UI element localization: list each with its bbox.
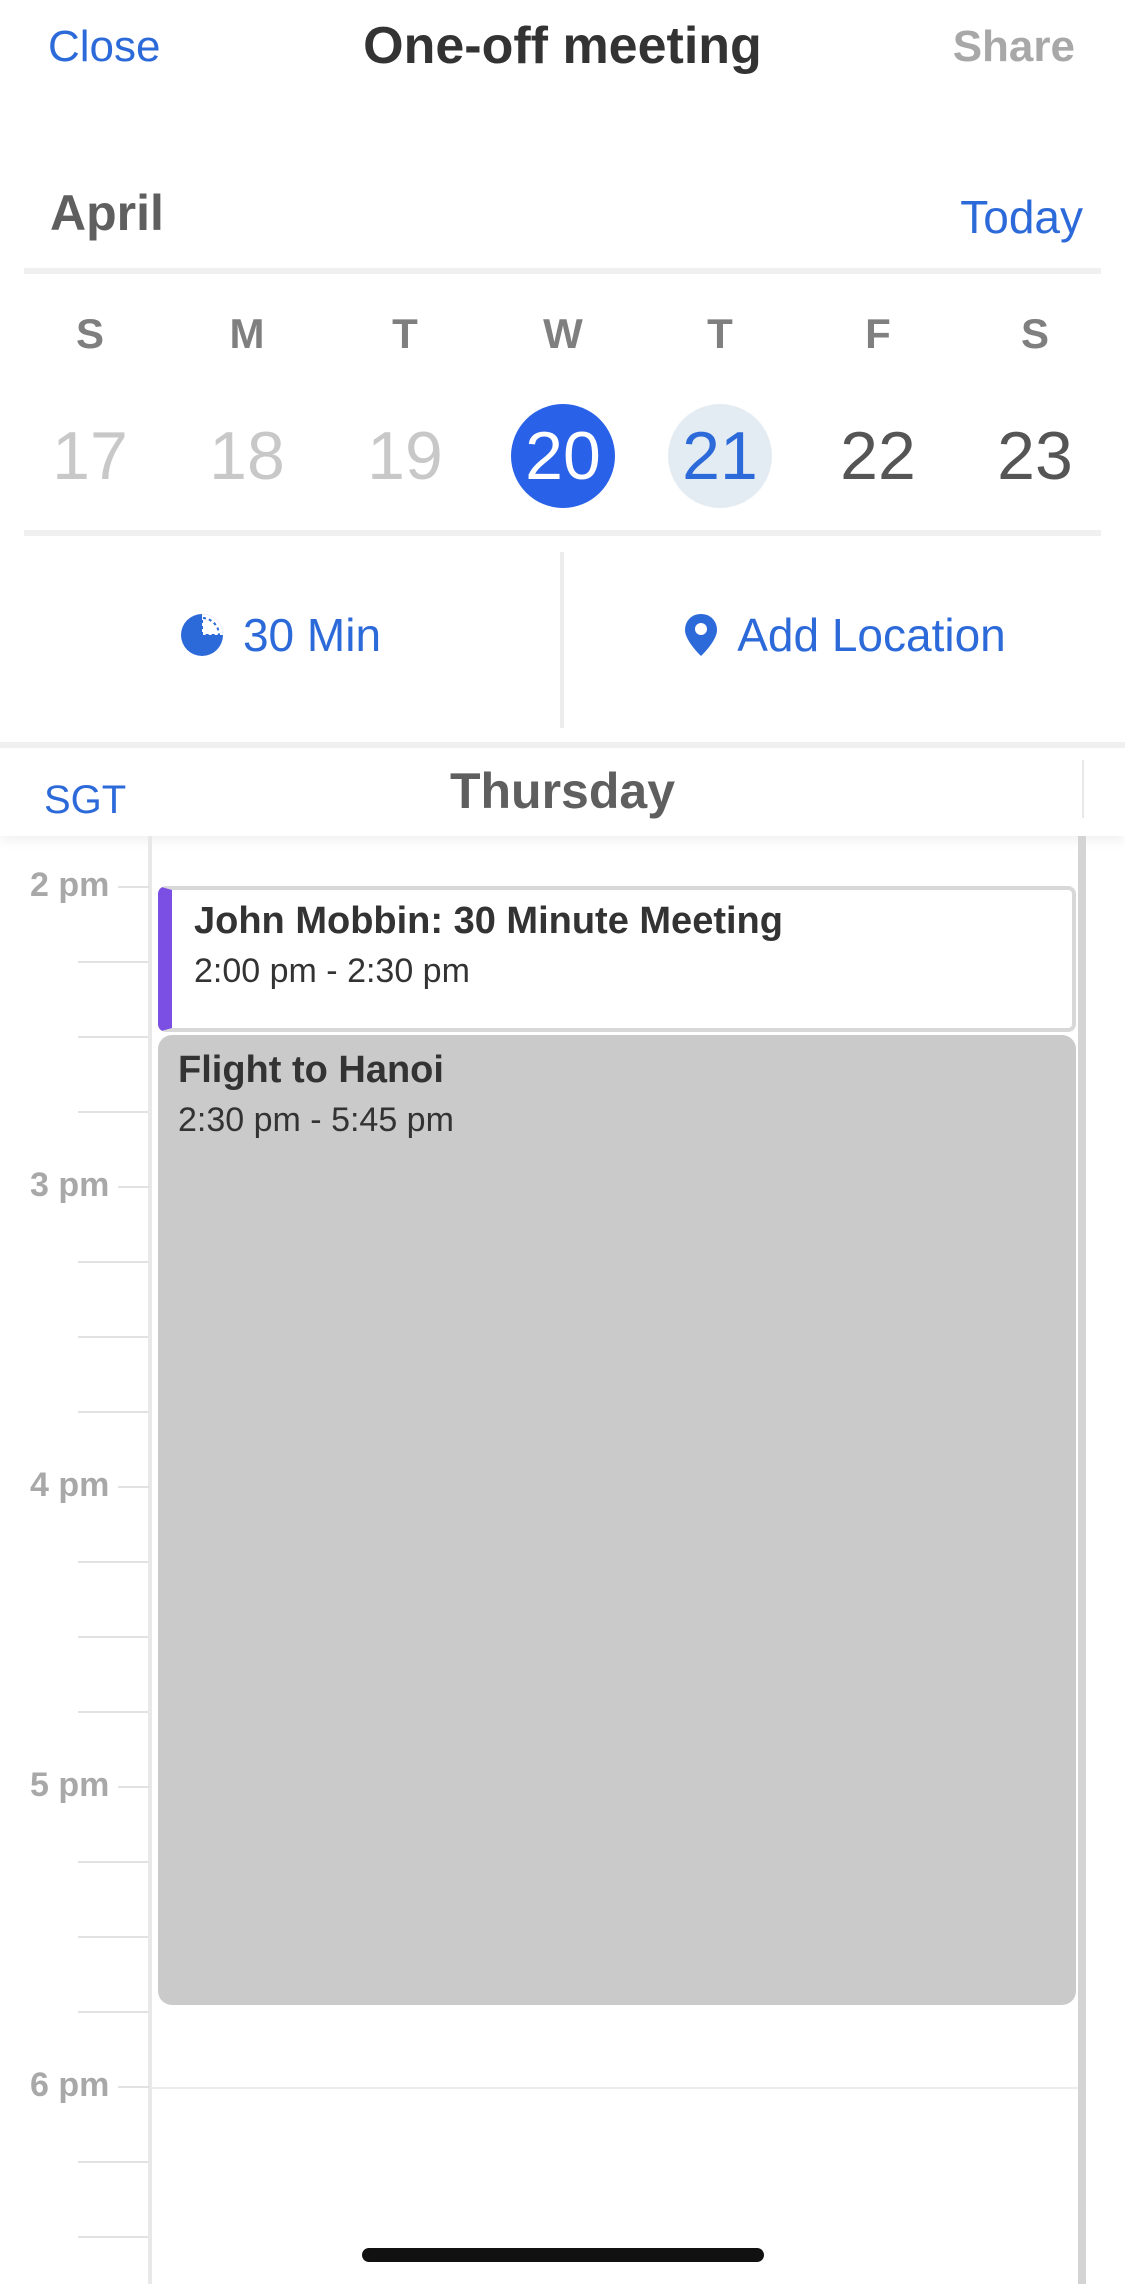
quarter-tick bbox=[78, 1561, 148, 1563]
weekday-label: T bbox=[392, 310, 418, 357]
event-title: John Mobbin: 30 Minute Meeting bbox=[194, 900, 783, 942]
weekday-label: W bbox=[543, 310, 583, 357]
event-meeting[interactable]: John Mobbin: 30 Minute Meeting 2:00 pm -… bbox=[158, 886, 1076, 1032]
time-grid[interactable]: 2 pm 3 pm 4 pm 5 pm 6 pm John Mobbin: 30… bbox=[0, 836, 1125, 2284]
map-pin-icon bbox=[683, 612, 719, 658]
hour-label: 2 pm bbox=[30, 866, 110, 904]
scroll-edge bbox=[1078, 836, 1086, 2284]
meeting-options: 30 Min Add Location bbox=[0, 540, 1125, 730]
day-name: Thursday bbox=[449, 763, 676, 819]
hour-gridline bbox=[150, 2087, 1078, 2089]
weekday-label: S bbox=[75, 310, 104, 357]
weekday-label: T bbox=[707, 310, 733, 357]
quarter-tick bbox=[78, 1261, 148, 1263]
date-22[interactable]: 22 bbox=[826, 404, 930, 508]
quarter-tick bbox=[78, 2236, 148, 2238]
date-21-today[interactable]: 21 bbox=[668, 404, 772, 508]
duration-button[interactable]: 30 Min bbox=[0, 540, 560, 730]
month-label: April bbox=[50, 185, 164, 241]
today-button[interactable]: Today bbox=[960, 190, 1083, 244]
date-23[interactable]: 23 bbox=[983, 404, 1087, 508]
weekday-label: M bbox=[229, 310, 265, 357]
date-20-selected[interactable]: 20 bbox=[511, 404, 615, 508]
event-time: 2:00 pm - 2:30 pm bbox=[194, 952, 470, 990]
quarter-tick bbox=[78, 1111, 148, 1113]
quarter-tick bbox=[78, 1711, 148, 1713]
home-indicator[interactable] bbox=[362, 2248, 764, 2262]
date-19[interactable]: 19 bbox=[353, 404, 457, 508]
hour-label: 4 pm bbox=[30, 1466, 110, 1504]
hour-label: 6 pm bbox=[30, 2066, 110, 2104]
quarter-tick bbox=[78, 2161, 148, 2163]
divider bbox=[24, 268, 1101, 274]
duration-label: 30 Min bbox=[242, 609, 382, 661]
quarter-tick bbox=[78, 1861, 148, 1863]
divider bbox=[24, 530, 1101, 536]
day-header: SGT Thursday bbox=[0, 742, 1125, 836]
timer-pie-icon bbox=[179, 612, 225, 658]
quarter-tick bbox=[78, 1336, 148, 1338]
event-flight[interactable]: Flight to Hanoi 2:30 pm - 5:45 pm bbox=[158, 1035, 1076, 2005]
hour-tick bbox=[118, 2086, 150, 2088]
hour-label: 5 pm bbox=[30, 1766, 110, 1804]
hour-tick bbox=[118, 1486, 150, 1488]
date-18[interactable]: 18 bbox=[195, 404, 299, 508]
divider bbox=[1082, 760, 1084, 818]
location-label: Add Location bbox=[737, 609, 1006, 661]
time-axis-line bbox=[148, 836, 152, 2284]
quarter-tick bbox=[78, 961, 148, 963]
quarter-tick bbox=[78, 1036, 148, 1038]
event-title: Flight to Hanoi bbox=[178, 1049, 444, 1091]
weekday-label: S bbox=[1020, 310, 1049, 357]
quarter-tick bbox=[78, 1936, 148, 1938]
nav-bar: Close One-off meeting Share bbox=[0, 0, 1125, 110]
quarter-tick bbox=[78, 1636, 148, 1638]
weekday-label: F bbox=[865, 310, 891, 357]
add-location-button[interactable]: Add Location bbox=[564, 540, 1125, 730]
hour-label: 3 pm bbox=[30, 1166, 110, 1204]
hour-tick bbox=[118, 886, 150, 888]
hour-tick bbox=[118, 1186, 150, 1188]
event-time: 2:30 pm - 5:45 pm bbox=[178, 1101, 454, 1139]
date-17[interactable]: 17 bbox=[38, 404, 142, 508]
hour-tick bbox=[118, 1786, 150, 1788]
share-button[interactable]: Share bbox=[953, 22, 1075, 72]
quarter-tick bbox=[78, 2011, 148, 2013]
quarter-tick bbox=[78, 1411, 148, 1413]
